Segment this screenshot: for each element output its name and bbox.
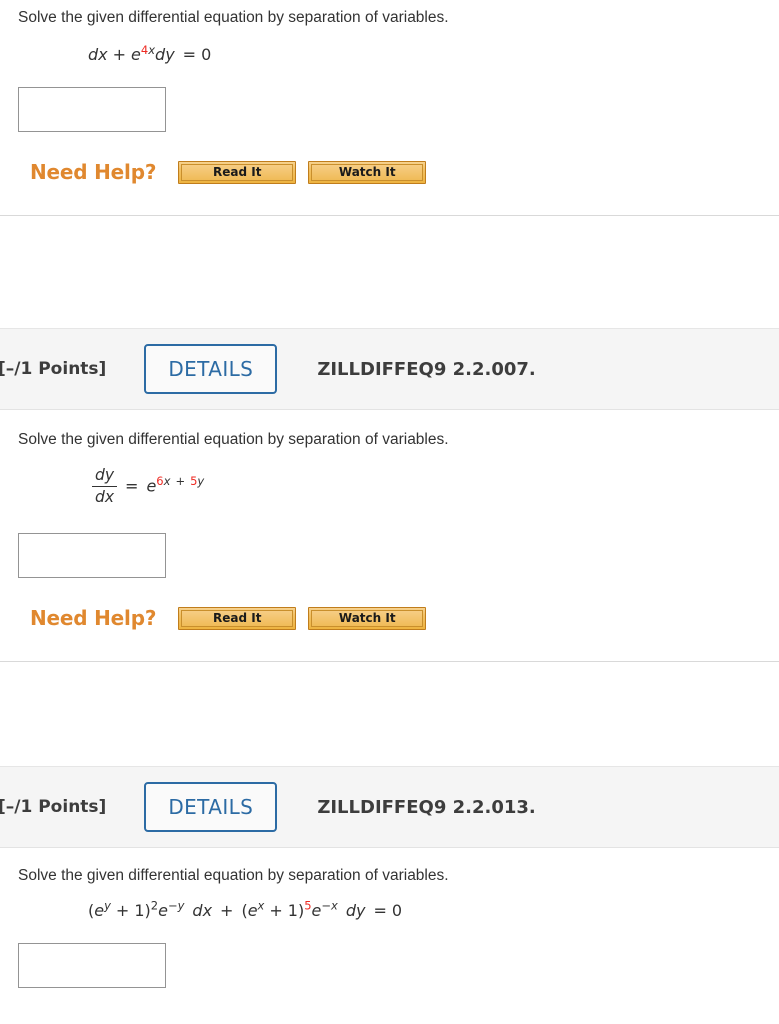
eq1-equals: = — [182, 44, 197, 64]
question-block-3: [–/1 Points] DETAILS ZILLDIFFEQ9 2.2.013… — [0, 766, 779, 989]
eq3-right-plus: + — [269, 900, 283, 920]
eq1-exp-variable: x — [148, 42, 156, 57]
eq1-exponent: 4x — [141, 42, 156, 57]
section-divider-2 — [0, 661, 779, 663]
eq1-dy: dy — [155, 44, 175, 64]
eq1-dx: dx — [88, 44, 108, 64]
need-help-row-2: Need Help? Read It Watch It — [0, 606, 779, 630]
eq3-left-one: 1 — [134, 900, 145, 920]
eq3-rhs: 0 — [391, 900, 403, 920]
eq3-left-factor-exp: −y — [167, 898, 185, 913]
eq3-right-base-exp: x — [257, 898, 265, 913]
question-code-3: ZILLDIFFEQ9 2.2.013. — [317, 796, 536, 818]
points-label-2: [–/1 Points] — [0, 359, 107, 379]
eq3-right-power: 5 — [304, 898, 312, 913]
need-help-label: Need Help? — [30, 160, 157, 185]
need-help-label: Need Help? — [30, 606, 157, 631]
eq3-left-differential: dx — [192, 900, 213, 920]
eq2-exp-plus: + — [175, 473, 186, 488]
eq3-left-power: 2 — [150, 898, 159, 913]
question-block-1: Solve the given differential equation by… — [0, 0, 779, 217]
eq2-numerator: dy — [92, 466, 118, 487]
eq1-plus: + — [112, 44, 127, 64]
question-prompt: Solve the given differential equation by… — [18, 9, 449, 26]
eq2-exp-coef-1: 6 — [156, 473, 164, 488]
question-prompt: Solve the given differential equation by… — [18, 867, 449, 884]
watch-it-button-1[interactable]: Watch It — [308, 160, 427, 184]
read-it-button-2[interactable]: Read It — [178, 606, 297, 630]
question-header-3: [–/1 Points] DETAILS ZILLDIFFEQ9 2.2.013… — [0, 766, 779, 848]
need-help-row-1: Need Help? Read It Watch It — [0, 160, 779, 184]
eq3-right-differential: dy — [345, 900, 366, 920]
eq3-left-base: e — [94, 900, 105, 920]
eq3-right-base: e — [247, 900, 258, 920]
eq3-right-one: 1 — [287, 900, 298, 920]
eq2-exp-var-2: y — [197, 473, 205, 488]
answer-input-2[interactable] — [18, 533, 166, 579]
equation-3: (ey +1)2e−y dx + (ex +1)5e−x dy = 0 — [0, 887, 779, 921]
equation-2: dy dx = e6x +5y — [0, 451, 779, 507]
watch-it-label: Watch It — [311, 163, 424, 181]
eq2-fraction: dy dx — [92, 466, 118, 506]
details-label: DETAILS — [168, 357, 254, 381]
section-divider-1 — [0, 215, 779, 217]
answer-input-1[interactable] — [18, 87, 166, 133]
eq3-right-factor-exp: −x — [321, 898, 338, 913]
question-prompt: Solve the given differential equation by… — [18, 431, 449, 448]
eq3-right-factor-base: e — [311, 900, 322, 920]
read-it-label: Read It — [181, 163, 294, 181]
eq2-exponent: 6x +5y — [156, 473, 205, 488]
points-label-3: [–/1 Points] — [0, 797, 107, 817]
eq3-left-base-exp: y — [104, 898, 111, 913]
eq1-e: e — [131, 44, 141, 64]
watch-it-label: Watch It — [311, 609, 424, 627]
eq2-exp-var-1: x — [163, 473, 171, 488]
read-it-button-1[interactable]: Read It — [178, 160, 297, 184]
eq2-denominator: dx — [95, 487, 115, 506]
details-button-2[interactable]: DETAILS — [144, 344, 278, 394]
question-code-2: ZILLDIFFEQ9 2.2.007. — [317, 358, 536, 380]
eq3-equals: = — [373, 900, 387, 920]
watch-it-button-2[interactable]: Watch It — [308, 606, 427, 630]
eq2-equals: = — [125, 476, 139, 496]
answer-input-3[interactable] — [18, 943, 166, 989]
eq1-rhs: 0 — [201, 44, 212, 64]
read-it-label: Read It — [181, 609, 294, 627]
details-button-3[interactable]: DETAILS — [144, 782, 278, 832]
eq3-left-factor-base: e — [158, 900, 168, 920]
equation-1: dx + e4xdy = 0 — [0, 29, 779, 65]
details-label: DETAILS — [168, 795, 254, 819]
eq3-middle-plus: + — [220, 900, 234, 920]
eq3-left-plus: + — [115, 900, 130, 920]
question-block-2: [–/1 Points] DETAILS ZILLDIFFEQ9 2.2.007… — [0, 328, 779, 663]
question-header-2: [–/1 Points] DETAILS ZILLDIFFEQ9 2.2.007… — [0, 328, 779, 410]
eq2-base: e — [146, 476, 157, 496]
